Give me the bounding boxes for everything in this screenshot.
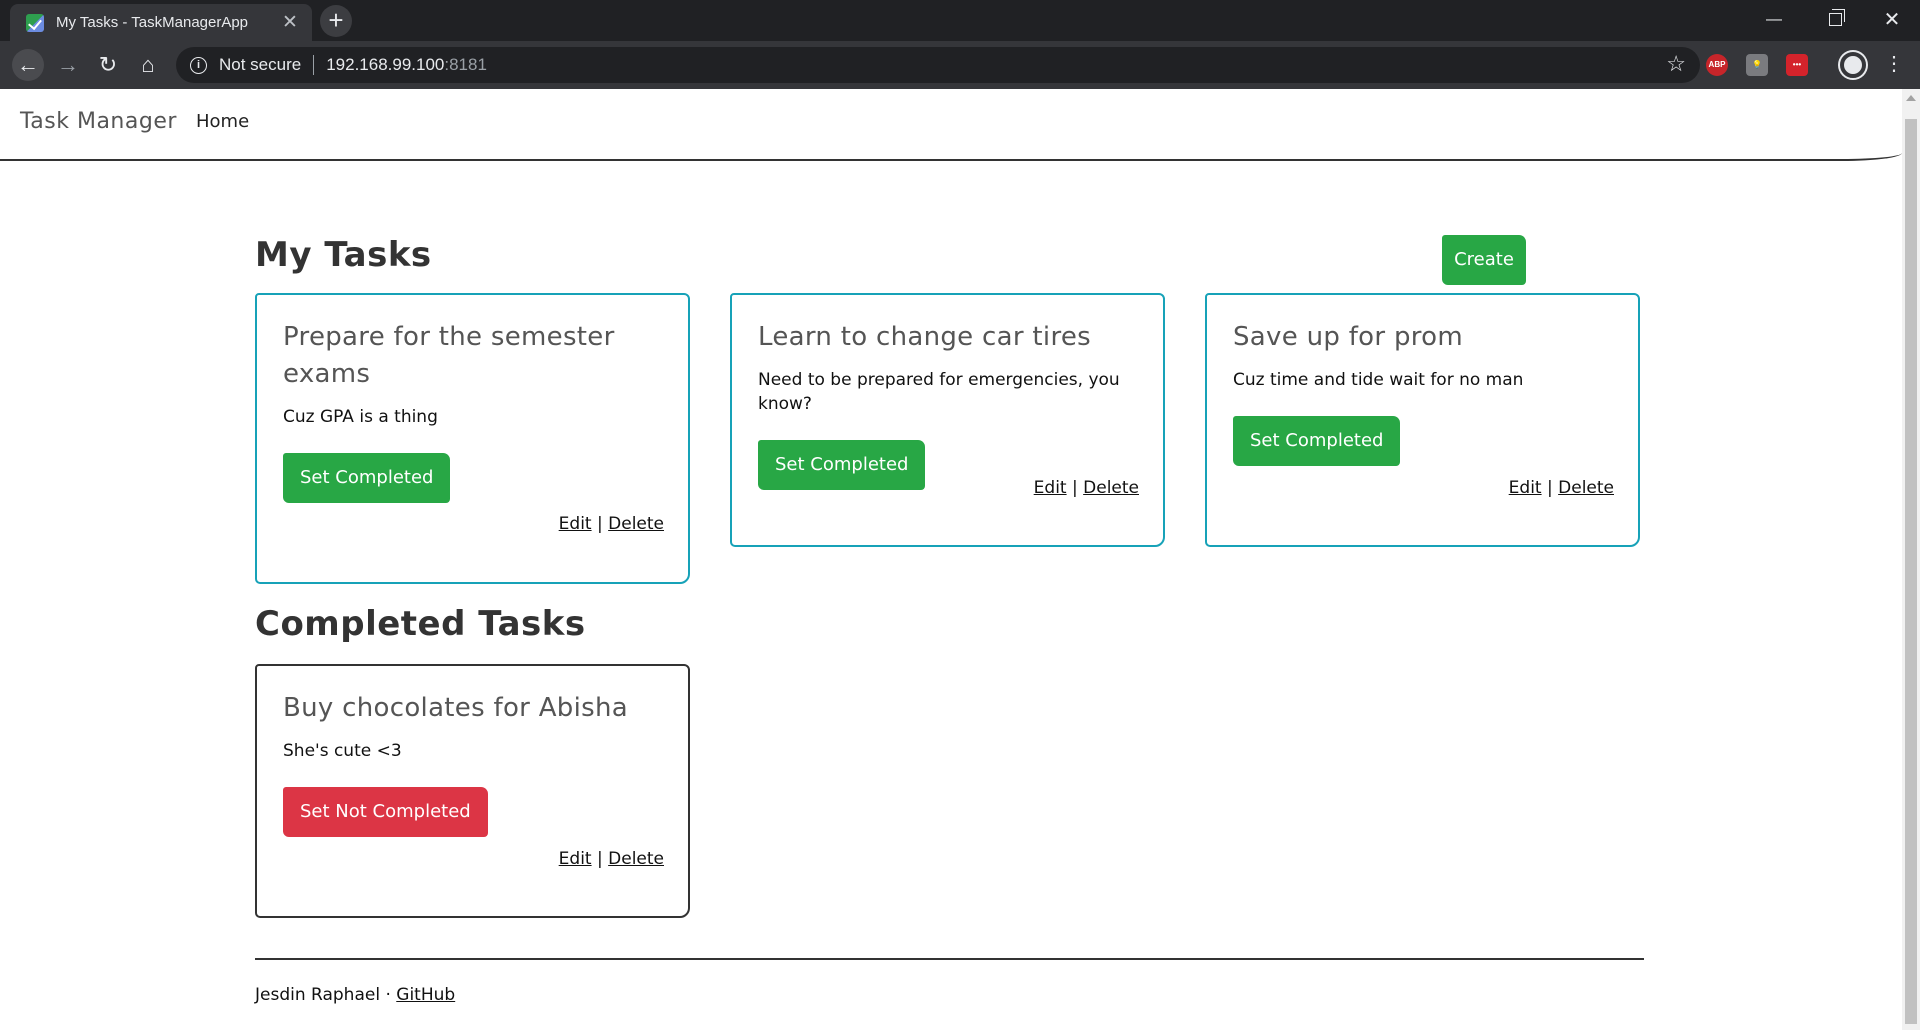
window-close-button[interactable]: ✕ [1864, 0, 1920, 41]
app-favicon-icon [26, 13, 44, 32]
completed-tasks-heading: Completed Tasks [255, 604, 586, 644]
footer-divider [255, 958, 1644, 960]
kebab-menu-icon[interactable]: ⋮ [1882, 49, 1906, 81]
my-tasks-heading: My Tasks [255, 235, 432, 275]
link-separator: | [1072, 478, 1078, 498]
task-title: Learn to change car tires [758, 322, 1092, 352]
task-card: Learn to change car tires Need to be pre… [730, 293, 1165, 547]
link-separator: | [597, 514, 603, 534]
task-description: Need to be prepared for emergencies, you… [758, 370, 1120, 414]
url-port[interactable]: :8181 [444, 55, 487, 75]
security-status[interactable]: Not secure [219, 55, 301, 75]
omnibox-divider [313, 55, 315, 75]
edit-link[interactable]: Edit [559, 514, 592, 534]
set-not-completed-button[interactable]: Set Not Completed [283, 787, 488, 837]
page-scrollbar[interactable] [1902, 89, 1920, 1030]
reload-icon[interactable]: ↻ [92, 49, 124, 81]
address-bar[interactable]: i Not secure 192.168.99.100:8181 ☆ [176, 47, 1700, 83]
password-extension-icon[interactable]: ••• [1786, 54, 1808, 76]
bookmark-star-icon[interactable]: ☆ [1666, 51, 1686, 77]
task-card: Prepare for the semester exams Cuz GPA i… [255, 293, 690, 584]
browser-toolbar: ← → ↻ ⌂ i Not secure 192.168.99.100:8181… [0, 41, 1920, 89]
page-footer: Jesdin Raphael · GitHub [255, 985, 455, 1005]
delete-link[interactable]: Delete [1083, 478, 1139, 498]
delete-link[interactable]: Delete [608, 514, 664, 534]
task-actions: Edit | Delete [1509, 478, 1614, 498]
window-restore-button[interactable] [1807, 0, 1863, 41]
nav-link-home[interactable]: Home [196, 111, 249, 132]
task-description: Cuz GPA is a thing [283, 407, 438, 427]
tab-title: My Tasks - TaskManagerApp [56, 14, 249, 31]
set-completed-button[interactable]: Set Completed [283, 453, 451, 503]
footer-author: Jesdin Raphael [255, 985, 381, 1005]
task-actions: Edit | Delete [559, 514, 664, 534]
app-navbar: Task Manager Home [0, 89, 1902, 161]
task-title: Buy chocolates for Abisha [283, 693, 628, 723]
url-host[interactable]: 192.168.99.100 [326, 55, 444, 75]
task-actions: Edit | Delete [559, 849, 664, 869]
page-content: Task Manager Home My Tasks Create Prepar… [0, 89, 1902, 1030]
create-task-button[interactable]: Create [1442, 235, 1526, 285]
task-card: Save up for prom Cuz time and tide wait … [1205, 293, 1640, 547]
set-completed-button[interactable]: Set Completed [1233, 416, 1401, 466]
restore-icon [1828, 9, 1845, 27]
footer-separator: · [385, 985, 391, 1005]
edit-link[interactable]: Edit [1034, 478, 1067, 498]
task-title: Save up for prom [1233, 322, 1464, 352]
home-icon[interactable]: ⌂ [132, 49, 164, 81]
completed-task-card: Buy chocolates for Abisha She's cute <3 … [255, 664, 690, 918]
window-minimize-button[interactable]: — [1746, 0, 1802, 41]
edit-link[interactable]: Edit [1509, 478, 1542, 498]
task-title: Prepare for the semester exams [283, 322, 615, 389]
link-separator: | [597, 849, 603, 869]
delete-link[interactable]: Delete [1558, 478, 1614, 498]
edit-link[interactable]: Edit [559, 849, 592, 869]
task-description: Cuz time and tide wait for no man [1233, 370, 1524, 390]
info-icon[interactable]: i [190, 56, 207, 74]
set-completed-button[interactable]: Set Completed [758, 440, 926, 490]
task-description: She's cute <3 [283, 741, 402, 761]
profile-avatar-icon[interactable] [1840, 52, 1866, 78]
delete-link[interactable]: Delete [608, 849, 664, 869]
github-link[interactable]: GitHub [396, 985, 455, 1005]
task-actions: Edit | Delete [1034, 478, 1139, 498]
browser-tabstrip: My Tasks - TaskManagerApp ✕ + — ✕ [0, 0, 1920, 41]
scrollbar-thumb[interactable] [1905, 119, 1917, 1024]
tab-close-icon[interactable]: ✕ [280, 13, 300, 32]
browser-tab[interactable]: My Tasks - TaskManagerApp ✕ [10, 4, 312, 41]
navbar-brand[interactable]: Task Manager [20, 109, 177, 134]
back-arrow-icon[interactable]: ← [12, 49, 44, 81]
scroll-up-arrow-icon[interactable] [1906, 95, 1916, 101]
forward-arrow-icon[interactable]: → [52, 49, 84, 81]
adblock-extension-icon[interactable]: ABP [1706, 54, 1728, 76]
link-separator: | [1547, 478, 1553, 498]
lightbulb-extension-icon[interactable]: 💡 [1746, 54, 1768, 76]
new-tab-button[interactable]: + [320, 5, 352, 37]
